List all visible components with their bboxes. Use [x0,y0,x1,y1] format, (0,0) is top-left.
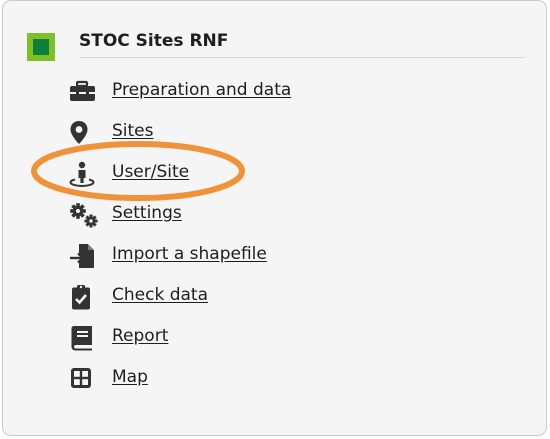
book-icon [69,325,97,351]
menu-link-settings[interactable]: Settings [112,202,182,224]
toolbox-icon [69,79,97,105]
menu-link-user-site[interactable]: User/Site [112,161,189,183]
menu-link-sites[interactable]: Sites [112,120,154,142]
file-import-icon [69,243,97,269]
menu-link-import-shapefile[interactable]: Import a shapefile [112,243,267,265]
menu-link-check-data[interactable]: Check data [112,284,208,306]
menu-link-map[interactable]: Map [112,366,148,388]
person-pin-icon [69,161,97,187]
map-marker-icon [69,120,97,146]
menu-link-preparation-and-data[interactable]: Preparation and data [112,79,291,101]
grid-map-icon [69,366,97,392]
clipboard-check-icon [69,284,97,310]
panel-header: STOC Sites RNF [25,31,535,63]
menu-link-report[interactable]: Report [112,325,168,347]
app-logo-inner [33,39,49,55]
menu-panel: STOC Sites RNF Preparation and data Site… [2,0,547,436]
panel-title: STOC Sites RNF [79,31,229,51]
header-divider [79,57,525,58]
app-logo [27,33,55,61]
gears-icon [69,202,98,228]
